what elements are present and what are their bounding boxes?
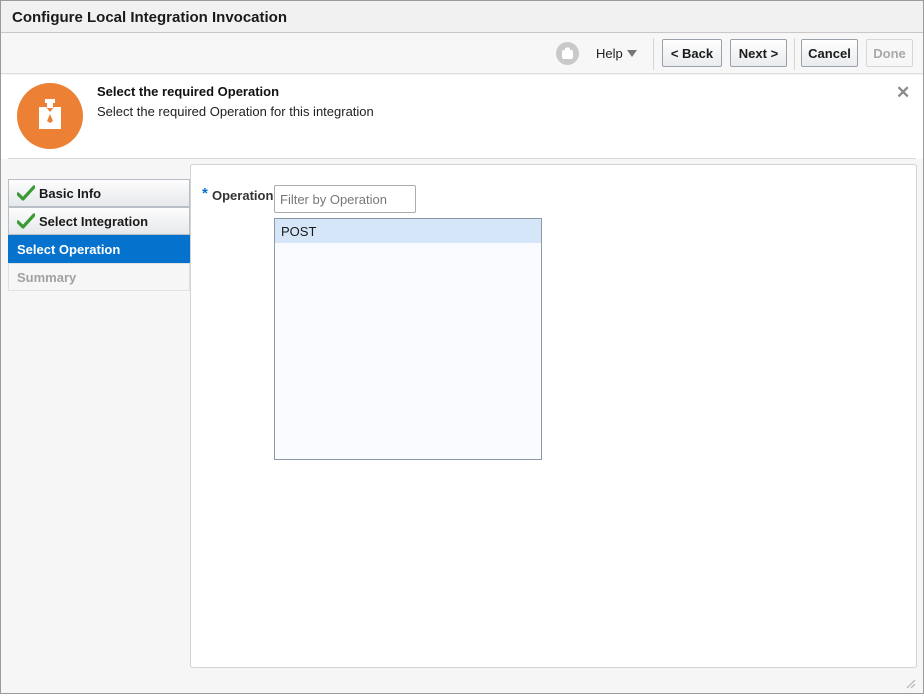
toolbar-divider — [653, 38, 654, 70]
dialog-title: Configure Local Integration Invocation — [12, 9, 288, 26]
operation-panel: * Operation POST — [190, 164, 917, 668]
wizard-steps: Basic Info Select Integration Select Ope… — [8, 179, 190, 291]
required-marker: * — [202, 185, 208, 202]
check-icon — [17, 213, 35, 229]
page-header: Select the required Operation Select the… — [1, 75, 923, 159]
page-description: Select the required Operation for this i… — [97, 104, 374, 119]
resize-grip-icon[interactable] — [904, 677, 916, 689]
toolbar: Help < Back Next > Cancel Done — [1, 34, 923, 74]
back-button[interactable]: < Back — [662, 39, 722, 67]
step-select-integration[interactable]: Select Integration — [8, 207, 190, 235]
dialog-titlebar: Configure Local Integration Invocation — [1, 1, 923, 33]
next-button[interactable]: Next > — [730, 39, 787, 67]
header-divider — [8, 158, 916, 159]
step-label: Select Operation — [17, 241, 121, 257]
page-title: Select the required Operation — [97, 84, 280, 99]
operation-list[interactable]: POST — [274, 218, 542, 460]
integration-icon — [17, 83, 83, 149]
user-avatar-icon[interactable] — [556, 42, 579, 65]
step-label: Summary — [17, 269, 77, 285]
help-menu[interactable]: Help — [596, 46, 623, 61]
filter-operation-input[interactable] — [274, 185, 416, 213]
cancel-button[interactable]: Cancel — [801, 39, 858, 67]
check-icon — [17, 185, 35, 201]
step-summary: Summary — [8, 263, 190, 291]
step-label: Basic Info — [39, 185, 102, 201]
step-basic-info[interactable]: Basic Info — [8, 179, 190, 207]
step-select-operation[interactable]: Select Operation — [8, 235, 190, 263]
operation-label: Operation — [212, 188, 274, 203]
toolbar-divider — [794, 38, 795, 70]
step-label: Select Integration — [39, 213, 149, 229]
list-item[interactable]: POST — [275, 219, 541, 243]
done-button: Done — [866, 39, 913, 67]
configure-dialog: Configure Local Integration Invocation H… — [0, 0, 924, 694]
chevron-down-icon[interactable] — [627, 50, 637, 57]
close-icon[interactable]: ✕ — [896, 83, 910, 103]
